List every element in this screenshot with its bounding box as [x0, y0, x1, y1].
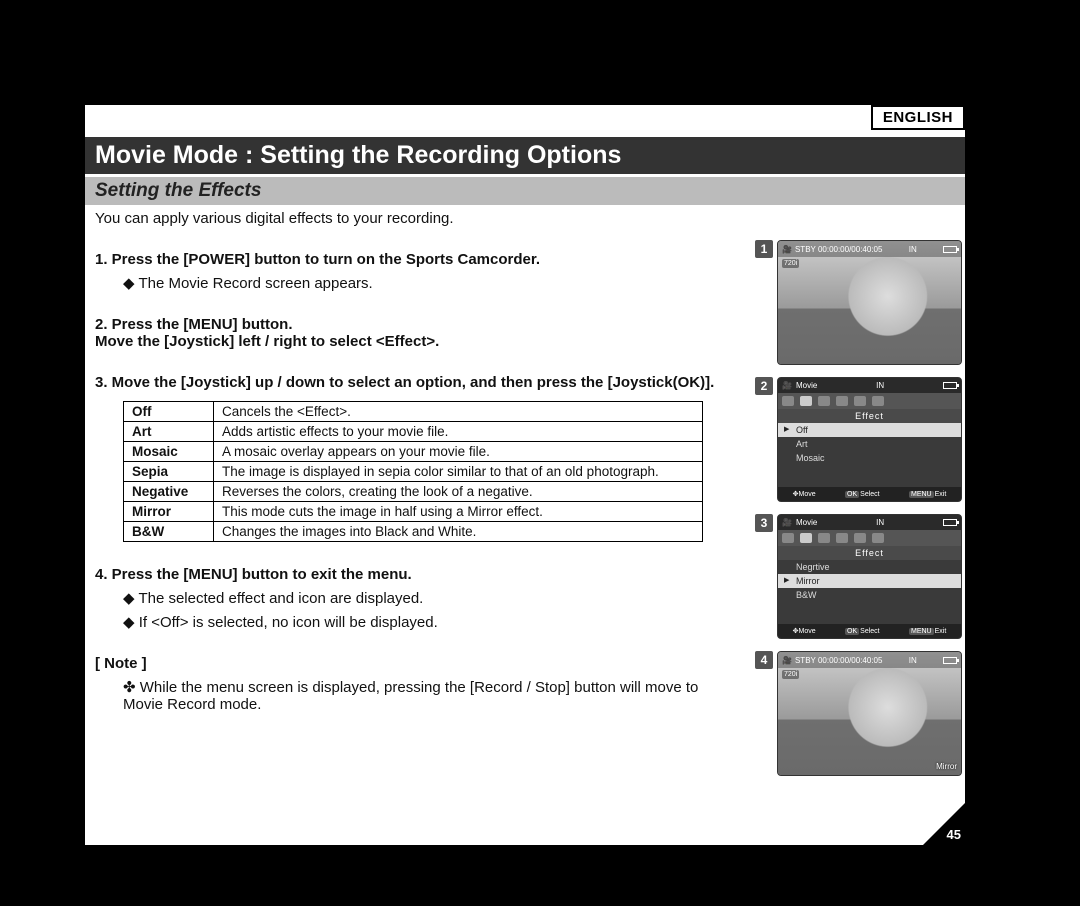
tab-icon — [854, 396, 866, 406]
ok-key-icon: OK — [845, 628, 859, 635]
intro-text: You can apply various digital effects to… — [95, 210, 725, 227]
table-row: B&WChanges the images into Black and Whi… — [124, 522, 703, 542]
tab-icon-active — [800, 533, 812, 543]
step-3-title: 3. Move the [Joystick] up / down to sele… — [95, 374, 725, 391]
page-title: Movie Mode : Setting the Recording Optio… — [85, 137, 965, 174]
figure-4: 4 🎥 STBY 00:00:00/00:40:05 IN 720i Mirro… — [755, 651, 965, 776]
status-text: STBY 00:00:00/00:40:05 — [795, 245, 882, 254]
mem-label: IN — [876, 381, 884, 390]
manual-page: ENGLISH Movie Mode : Setting the Recordi… — [85, 105, 965, 845]
tab-icon-active — [800, 396, 812, 406]
battery-icon — [943, 382, 957, 389]
menu-item: Art — [778, 437, 961, 451]
page-subtitle: Setting the Effects — [85, 177, 965, 205]
menu-key-icon: MENU — [909, 491, 934, 498]
menu-footer: ✥Move OKSelect MENUExit — [778, 487, 961, 501]
menu-footer: ✥Move OKSelect MENUExit — [778, 624, 961, 638]
language-box: ENGLISH — [871, 105, 965, 130]
mode-label: Movie — [796, 381, 817, 390]
figure-3: 3 🎥 Movie IN Effect Ne — [755, 514, 965, 639]
status-text: STBY 00:00:00/00:40:05 — [795, 656, 882, 665]
figure-number: 2 — [755, 377, 773, 395]
effects-table: OffCancels the <Effect>. ArtAdds artisti… — [123, 401, 703, 542]
figure-number: 4 — [755, 651, 773, 669]
step-4-sub2: If <Off> is selected, no icon will be di… — [123, 614, 438, 631]
menu-item: B&W — [778, 588, 961, 602]
tab-icon — [818, 533, 830, 543]
resolution-badge: 720i — [782, 670, 799, 679]
tab-icon — [854, 533, 866, 543]
step-2-title-b: Move the [Joystick] left / right to sele… — [95, 333, 725, 350]
note-text: While the menu screen is displayed, pres… — [123, 679, 698, 713]
menu-key-icon: MENU — [909, 628, 934, 635]
effect-overlay-label: Mirror — [936, 762, 957, 771]
menu-item: Negrtive — [778, 560, 961, 574]
menu-item-selected: Mirror — [778, 574, 961, 588]
tab-icon — [872, 533, 884, 543]
figures-column: 1 🎥 STBY 00:00:00/00:40:05 IN 720i 2 🎥 M… — [755, 240, 965, 776]
battery-icon — [943, 657, 957, 664]
tab-icon — [782, 396, 794, 406]
menu-item-selected: Off — [778, 423, 961, 437]
camera-screen-menu: 🎥 Movie IN Effect Negrtive Mirror — [777, 514, 962, 639]
step-4-title: 4. Press the [MENU] button to exit the m… — [95, 566, 725, 583]
camera-screen-menu: 🎥 Movie IN Effect Off Art Mo — [777, 377, 962, 502]
page-number-corner: 45 — [923, 803, 965, 845]
record-icon: 🎥 — [782, 245, 792, 254]
figure-1: 1 🎥 STBY 00:00:00/00:40:05 IN 720i — [755, 240, 965, 365]
movie-icon: 🎥 — [782, 381, 792, 390]
movie-icon: 🎥 — [782, 518, 792, 527]
tab-icon — [836, 533, 848, 543]
figure-2: 2 🎥 Movie IN Effect Of — [755, 377, 965, 502]
table-row: NegativeReverses the colors, creating th… — [124, 482, 703, 502]
record-icon: 🎥 — [782, 656, 792, 665]
camera-screen-mirror: 🎥 STBY 00:00:00/00:40:05 IN 720i Mirror — [777, 651, 962, 776]
battery-icon — [943, 519, 957, 526]
step-1-sub: The Movie Record screen appears. — [123, 275, 373, 292]
tab-icon — [782, 533, 794, 543]
table-row: MosaicA mosaic overlay appears on your m… — [124, 442, 703, 462]
tab-icon — [836, 396, 848, 406]
camera-screen-record: 🎥 STBY 00:00:00/00:40:05 IN 720i — [777, 240, 962, 365]
table-row: SepiaThe image is displayed in sepia col… — [124, 462, 703, 482]
note-label: [ Note ] — [95, 655, 725, 672]
battery-icon — [943, 246, 957, 253]
menu-name: Effect — [778, 546, 961, 560]
mem-label: IN — [909, 245, 917, 254]
mem-label: IN — [876, 518, 884, 527]
main-content: You can apply various digital effects to… — [85, 210, 725, 713]
menu-item: Mosaic — [778, 451, 961, 465]
page-number: 45 — [947, 827, 961, 842]
menu-tabs — [778, 530, 961, 546]
ok-key-icon: OK — [845, 491, 859, 498]
step-1-title: 1. Press the [POWER] button to turn on t… — [95, 251, 725, 268]
resolution-badge: 720i — [782, 259, 799, 268]
menu-items: Off Art Mosaic — [778, 423, 961, 465]
mode-label: Movie — [796, 518, 817, 527]
table-row: MirrorThis mode cuts the image in half u… — [124, 502, 703, 522]
table-row: ArtAdds artistic effects to your movie f… — [124, 422, 703, 442]
menu-tabs — [778, 393, 961, 409]
tab-icon — [872, 396, 884, 406]
menu-name: Effect — [778, 409, 961, 423]
menu-items: Negrtive Mirror B&W — [778, 560, 961, 602]
step-2-title-a: 2. Press the [MENU] button. — [95, 316, 725, 333]
mem-label: IN — [909, 656, 917, 665]
tab-icon — [818, 396, 830, 406]
step-4-sub1: The selected effect and icon are display… — [123, 590, 423, 607]
figure-number: 1 — [755, 240, 773, 258]
figure-number: 3 — [755, 514, 773, 532]
table-row: OffCancels the <Effect>. — [124, 402, 703, 422]
